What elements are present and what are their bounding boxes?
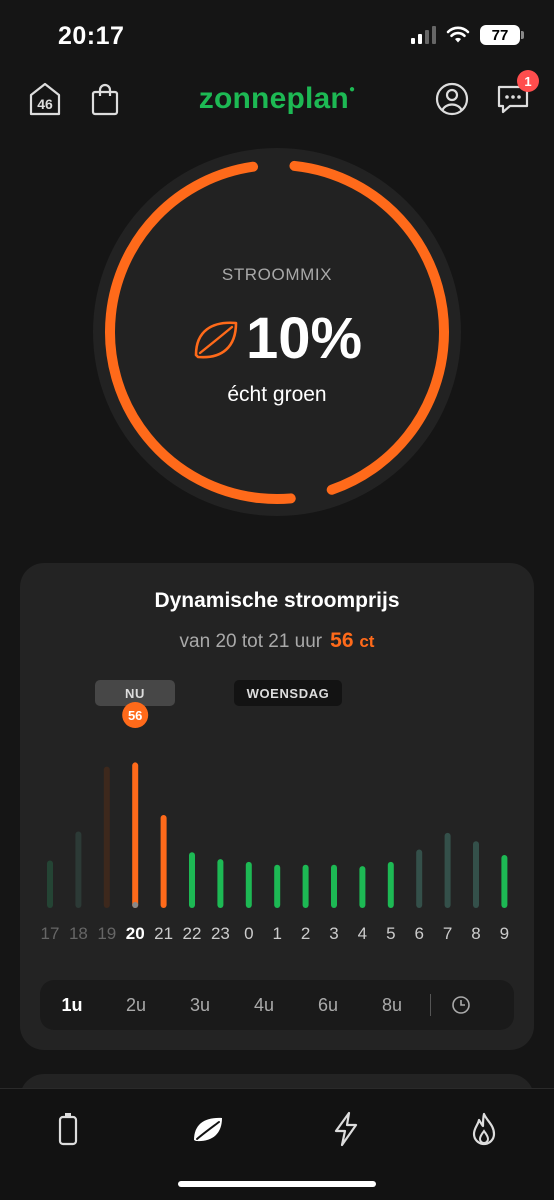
- tick-label-17: 17: [41, 924, 60, 943]
- tick-label-22: 22: [183, 924, 202, 943]
- tick-label-21: 21: [154, 924, 173, 943]
- current-hour-dot: [132, 902, 139, 908]
- current-price-marker-label: 56: [128, 708, 142, 723]
- stroommix-value: 10%: [245, 306, 363, 371]
- stroommix-label: STROOMMIX: [221, 265, 333, 284]
- nav-gas[interactable]: [462, 1107, 506, 1151]
- stroommix-subtitle: écht groen: [227, 383, 327, 406]
- tick-label-3: 3: [329, 924, 338, 943]
- battery-icon: 77: [480, 25, 524, 45]
- tab-8u[interactable]: 8u: [360, 995, 424, 1016]
- tick-label-7: 7: [443, 924, 452, 943]
- tick-label-20: 20: [126, 924, 145, 943]
- tick-label-6: 6: [414, 924, 423, 943]
- tick-label-9: 9: [500, 924, 509, 943]
- messages-button[interactable]: 1: [494, 70, 539, 118]
- tick-label-1: 1: [272, 924, 281, 943]
- tick-label-23: 23: [211, 924, 230, 943]
- cellular-signal-icon: [411, 26, 436, 44]
- timeframe-tabs: 1u 2u 3u 4u 6u 8u: [40, 980, 514, 1030]
- clock-button[interactable]: [431, 995, 491, 1015]
- messages-badge: 1: [517, 70, 539, 92]
- tick-label-0: 0: [244, 924, 253, 943]
- logo-dot: ●: [348, 84, 356, 95]
- home-indicator[interactable]: [178, 1181, 376, 1187]
- user-icon: [435, 82, 469, 116]
- tab-1u[interactable]: 1u: [40, 995, 104, 1016]
- leaf-icon: [194, 320, 238, 358]
- price-card: Dynamische stroomprijs van 20 tot 21 uur…: [20, 563, 534, 1050]
- clock-icon: [452, 996, 470, 1014]
- flame-icon: [472, 1112, 496, 1146]
- status-icons: 77: [411, 25, 524, 45]
- battery-nav-icon: [58, 1113, 78, 1146]
- wifi-icon: [446, 26, 470, 43]
- tick-label-5: 5: [386, 924, 395, 943]
- status-time: 20:17: [58, 22, 125, 50]
- tick-label-4: 4: [358, 924, 367, 943]
- tick-label-18: 18: [69, 924, 88, 943]
- leaf-nav-icon: [194, 1117, 222, 1142]
- tab-3u[interactable]: 3u: [168, 995, 232, 1016]
- stroommix-ring[interactable]: STROOMMIX 10% écht groen: [92, 147, 462, 517]
- status-bar: 20:17 77: [0, 0, 554, 74]
- tab-6u[interactable]: 6u: [296, 995, 360, 1016]
- tick-label-2: 2: [301, 924, 310, 943]
- nav-stroommix[interactable]: [186, 1107, 230, 1151]
- lightning-icon: [334, 1111, 358, 1147]
- tab-2u[interactable]: 2u: [104, 995, 168, 1016]
- nav-energy[interactable]: [324, 1107, 368, 1151]
- tab-4u[interactable]: 4u: [232, 995, 296, 1016]
- tick-label-19: 19: [97, 924, 116, 943]
- price-chart[interactable]: 17 18 19 20 21 22 23 0 1 2 3 4 5 6 7 8 956: [20, 563, 534, 1050]
- app-header: 46 zonneplan● 1: [0, 70, 554, 124]
- bottom-navigation: [0, 1088, 554, 1200]
- account-button[interactable]: [433, 80, 471, 118]
- tick-label-8: 8: [471, 924, 480, 943]
- nav-battery[interactable]: [46, 1107, 90, 1151]
- logo-text: zonneplan: [198, 82, 349, 115]
